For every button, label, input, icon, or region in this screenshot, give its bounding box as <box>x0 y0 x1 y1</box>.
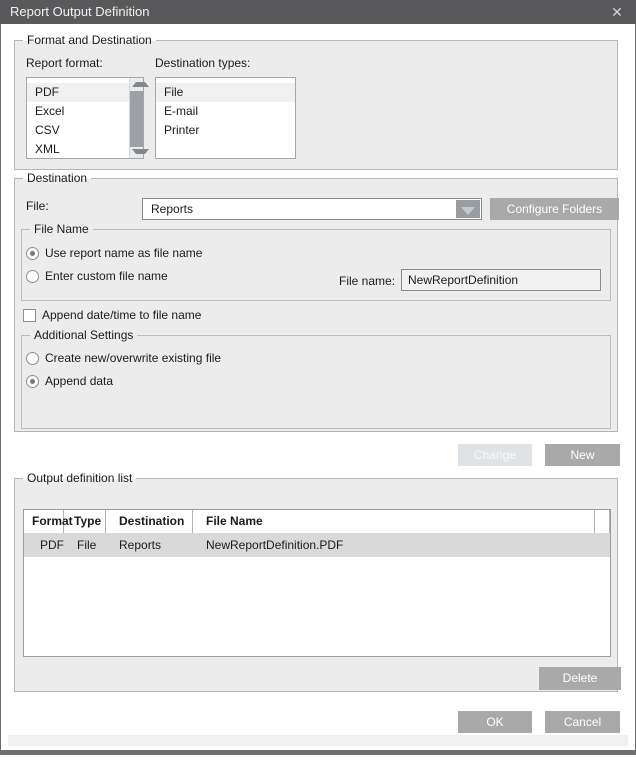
list-item-email[interactable]: E-mail <box>156 102 295 121</box>
radio-append-data-label: Append data <box>45 374 113 388</box>
table-header-row: Format Type Destination File Name <box>24 510 610 533</box>
chevron-down-icon <box>461 207 475 215</box>
group-additional-settings: Additional Settings Create new/overwrite… <box>21 335 611 429</box>
table-row[interactable]: PDF File Reports NewReportDefinition.PDF <box>24 533 610 557</box>
list-item-csv[interactable]: CSV <box>27 121 143 140</box>
report-output-definition-dialog: Report Output Definition ✕ Format and De… <box>0 0 636 758</box>
column-header-destination[interactable]: Destination <box>106 510 193 533</box>
column-header-file-name[interactable]: File Name <box>193 510 595 533</box>
cell-destination: Reports <box>106 533 193 557</box>
group-format-and-destination: Format and Destination Report format: PD… <box>14 40 618 170</box>
report-format-scrollbar[interactable] <box>129 78 143 158</box>
append-datetime-label: Append date/time to file name <box>42 308 201 322</box>
ok-button[interactable]: OK <box>458 711 532 733</box>
file-destination-value: Reports <box>151 202 193 217</box>
report-format-listbox: PDF Excel CSV XML <box>26 77 144 159</box>
footer-strip <box>8 735 628 746</box>
cancel-button[interactable]: Cancel <box>545 711 620 733</box>
new-button[interactable]: New <box>545 444 620 466</box>
close-icon[interactable]: ✕ <box>608 3 626 21</box>
scrollbar-thumb[interactable] <box>130 91 143 147</box>
group-format-and-destination-legend: Format and Destination <box>23 33 156 48</box>
list-item-xml[interactable]: XML <box>27 140 143 159</box>
scroll-up-icon[interactable] <box>132 82 149 87</box>
combobox-dropdown-button[interactable] <box>456 200 480 218</box>
radio-create-new-overwrite-label: Create new/overwrite existing file <box>45 351 221 365</box>
radio-button-icon <box>26 352 39 365</box>
configure-folders-button[interactable]: Configure Folders <box>490 198 619 220</box>
group-file-name: File Name Use report name as file name E… <box>21 229 611 301</box>
output-definition-table: Format Type Destination File Name PDF Fi… <box>23 509 611 657</box>
list-item-excel[interactable]: Excel <box>27 102 143 121</box>
file-label: File: <box>26 199 49 213</box>
group-destination-legend: Destination <box>23 171 91 186</box>
group-destination: Destination File: Reports Configure Fold… <box>14 178 618 432</box>
destination-types-label: Destination types: <box>155 56 250 70</box>
group-file-name-legend: File Name <box>30 222 93 237</box>
titlebar: Report Output Definition ✕ <box>0 0 636 24</box>
checkbox-icon <box>23 309 36 322</box>
window-border-bottom <box>0 750 636 755</box>
radio-use-report-name[interactable]: Use report name as file name <box>26 245 202 261</box>
column-header-format[interactable]: Format <box>24 510 64 533</box>
column-header-type[interactable]: Type <box>64 510 106 533</box>
list-item-printer[interactable]: Printer <box>156 121 295 140</box>
window-border-left <box>0 24 1 750</box>
group-output-definition-list-legend: Output definition list <box>23 471 136 486</box>
scroll-down-icon[interactable] <box>132 149 149 154</box>
group-output-definition-list: Output definition list Format Type Desti… <box>14 478 618 692</box>
radio-button-icon <box>26 375 39 388</box>
column-header-spacer <box>595 510 610 533</box>
group-additional-settings-legend: Additional Settings <box>30 328 137 343</box>
window-title: Report Output Definition <box>10 4 149 19</box>
list-item-pdf[interactable]: PDF <box>27 83 131 102</box>
radio-append-data[interactable]: Append data <box>26 373 113 389</box>
cell-file-name: NewReportDefinition.PDF <box>193 533 595 557</box>
file-name-input[interactable] <box>401 269 601 291</box>
radio-enter-custom-name[interactable]: Enter custom file name <box>26 268 168 284</box>
list-item-file[interactable]: File <box>156 83 295 102</box>
cell-type: File <box>64 533 106 557</box>
append-datetime-checkbox[interactable]: Append date/time to file name <box>23 307 201 323</box>
delete-button[interactable]: Delete <box>539 667 621 690</box>
radio-create-new-overwrite[interactable]: Create new/overwrite existing file <box>26 350 221 366</box>
cell-format: PDF <box>24 533 64 557</box>
file-name-label: File name: <box>339 274 395 288</box>
report-format-label: Report format: <box>26 56 103 70</box>
file-destination-combobox[interactable]: Reports <box>142 198 482 220</box>
radio-button-icon <box>26 247 39 260</box>
change-button[interactable]: Change <box>458 444 532 466</box>
destination-types-listbox: File E-mail Printer <box>155 77 296 159</box>
radio-use-report-name-label: Use report name as file name <box>45 246 202 260</box>
radio-enter-custom-name-label: Enter custom file name <box>45 269 168 283</box>
radio-button-icon <box>26 270 39 283</box>
